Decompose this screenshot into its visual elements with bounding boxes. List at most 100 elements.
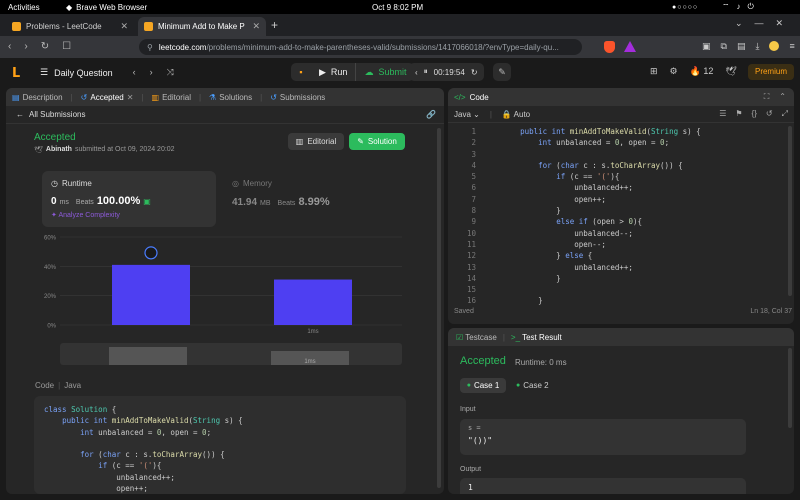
lock-icon: 🔒 <box>501 109 512 119</box>
code-editor-panel: </> Code ⛶ ⌃ Java ⌄ | 🔒 Auto ☰ ⚑ {} ↺ ⤢ 1… <box>448 88 794 324</box>
bookmark-icon[interactable]: ☐ <box>62 41 71 52</box>
analyze-complexity-link[interactable]: ✦ Analyze Complexity <box>51 211 120 219</box>
save-status: Saved <box>454 308 474 315</box>
os-top-bar: Activities ◆ Brave Web Browser Oct 9 8:02… <box>0 0 800 14</box>
url-input[interactable]: ⚲ leetcode.com/problems/minimum-add-to-m… <box>139 39 582 55</box>
submit-button[interactable]: ☁ Submit <box>355 63 414 81</box>
site-info-icon[interactable]: ⚲ <box>147 43 153 52</box>
y-tick-label: 0% <box>47 324 56 330</box>
divider: | <box>260 92 263 102</box>
menu-icon[interactable]: ≡ <box>789 41 794 52</box>
clock[interactable]: Oct 9 8:02 PM <box>372 3 423 12</box>
maximize-icon[interactable]: ⛶ <box>764 92 770 102</box>
testcase-scrollbar[interactable] <box>788 348 792 428</box>
leetcode-logo-icon[interactable]: ᒪ <box>12 65 24 80</box>
format-icon[interactable]: {} <box>752 109 757 119</box>
url-host: leetcode.com <box>158 42 207 52</box>
submitted-code[interactable]: class Solution { public int minAddToMake… <box>34 396 406 494</box>
language-select[interactable]: Java ⌄ <box>454 110 480 119</box>
output-box: 1 <box>460 478 746 494</box>
wallet-icon[interactable]: ▤ <box>737 41 746 52</box>
line-numbers: 1 2 3 4 5 6 7 8 9 10 11 12 13 14 15 16 <box>448 126 476 307</box>
close-icon[interactable]: ✕ <box>776 18 784 29</box>
profile-avatar[interactable] <box>769 41 780 51</box>
auto-mode[interactable]: 🔒 Auto <box>502 110 530 119</box>
all-submissions-link[interactable]: ← All Submissions 🔗 <box>6 106 444 124</box>
notes-icon[interactable]: ☰ <box>719 109 726 119</box>
collapse-icon[interactable]: ‹ <box>415 68 418 77</box>
sidebar-icon[interactable]: ▣ <box>702 41 711 52</box>
leetcode-favicon <box>12 22 21 31</box>
input-box: s = "())" <box>460 419 746 455</box>
layout-icon[interactable]: ⊞ <box>650 66 658 77</box>
chevron-down-icon[interactable]: ⌄ <box>735 18 743 29</box>
download-icon[interactable]: ⤓ <box>755 41 759 52</box>
daily-question-label[interactable]: Daily Question <box>54 68 113 78</box>
next-problem-icon[interactable]: › <box>150 67 153 78</box>
streak[interactable]: 🔥 12 <box>690 66 714 77</box>
activities-button[interactable]: Activities <box>8 3 40 12</box>
tab-test-result[interactable]: >_ Test Result <box>511 333 562 342</box>
line-number: 12 <box>466 251 476 261</box>
case-1-tab[interactable]: ● Case 1 <box>460 378 506 393</box>
extensions-icon[interactable]: ⧉ <box>721 41 727 52</box>
left-panel-scrollbar[interactable] <box>437 128 441 488</box>
close-icon[interactable]: ✕ <box>120 21 128 32</box>
tab-submissions[interactable]: ↺ Submissions <box>270 93 325 102</box>
system-tray[interactable]: ⌔ ♪ ⏻ <box>722 2 754 12</box>
tab-submission[interactable]: Minimum Add to Make P ✕ <box>138 17 266 36</box>
output-value: 1 <box>468 483 473 492</box>
editorial-button[interactable]: ▥ Editorial <box>288 133 344 150</box>
new-tab-button[interactable]: + <box>271 18 278 32</box>
tab-description[interactable]: ▤ Description <box>12 93 63 102</box>
settings-icon[interactable]: ⚙ <box>670 66 678 77</box>
expand-icon[interactable]: ⤢ <box>782 109 788 119</box>
premium-button[interactable]: Premium <box>748 64 794 80</box>
editor-scrollbar[interactable] <box>788 126 792 296</box>
app-menu[interactable]: ◆ Brave Web Browser <box>66 3 147 12</box>
submitted-text: submitted at Oct 09, 2024 20:02 <box>74 146 175 153</box>
debug-icon[interactable]: ▪ <box>291 67 311 77</box>
tab-solutions[interactable]: ⚗ Solutions <box>209 93 252 102</box>
bar <box>274 279 352 325</box>
chevron-up-icon[interactable]: ⌃ <box>779 92 786 102</box>
forward-icon[interactable]: › <box>24 41 27 52</box>
timer[interactable]: ‹ ⏸ 00:19:54 ↻ <box>409 63 484 81</box>
close-icon[interactable]: ✕ <box>252 21 260 32</box>
link-icon[interactable]: 🔗 <box>426 110 436 119</box>
tab-accepted[interactable]: ↺ Accepted ✕ <box>81 93 134 102</box>
tab-testcase[interactable]: ☑ Testcase <box>456 333 497 342</box>
brave-shields-icon[interactable] <box>604 41 615 53</box>
reload-icon[interactable]: ↻ <box>41 41 49 52</box>
shuffle-icon[interactable]: ⤨ <box>167 67 174 78</box>
reset-icon[interactable]: ↻ <box>471 68 478 77</box>
author-name[interactable]: Abinath <box>46 146 72 154</box>
avatar[interactable]: 🕊 <box>725 66 736 77</box>
complexity-label: Analyze Complexity <box>58 212 120 219</box>
minimize-icon[interactable]: — <box>755 18 764 29</box>
code-label: Code <box>35 381 55 390</box>
edit-icon: ✎ <box>357 137 364 146</box>
notes-button[interactable]: ✎ <box>493 63 511 81</box>
pause-icon[interactable]: ⏸ <box>424 67 428 77</box>
workspace-indicator[interactable]: ●○○○○ <box>672 4 698 11</box>
back-icon[interactable]: ‹ <box>8 41 11 52</box>
prev-problem-icon[interactable]: ‹ <box>133 67 136 78</box>
pass-dot-icon: ● <box>466 382 471 389</box>
arrow-left-icon: ← <box>16 110 24 119</box>
memory-card[interactable]: ◎ Memory 41.94 MB Beats 8.99% <box>232 179 330 208</box>
brave-rewards-icon[interactable] <box>624 41 636 52</box>
run-button[interactable]: ▶ Run <box>311 67 355 78</box>
reset-icon[interactable]: ↺ <box>766 109 773 119</box>
bookmark-icon[interactable]: ⚑ <box>735 109 742 119</box>
tab-problems[interactable]: Problems - LeetCode ✕ <box>6 17 134 36</box>
case-2-tab[interactable]: ● Case 2 <box>516 378 549 393</box>
code-input[interactable]: public int minAddToMakeValid(String s) {… <box>502 126 701 307</box>
tab-editorial[interactable]: ▥ Editorial <box>152 93 191 102</box>
fire-icon: 🔥 <box>689 66 701 76</box>
runtime-card[interactable]: ◷ Runtime 0 ms Beats 100.00% ▣ ✦ Analyze … <box>42 171 216 227</box>
close-icon[interactable]: ✕ <box>127 93 134 102</box>
list-icon[interactable]: ☰ <box>40 67 48 78</box>
memory-unit: MB <box>260 200 271 207</box>
solution-button[interactable]: ✎ Solution <box>349 133 405 150</box>
